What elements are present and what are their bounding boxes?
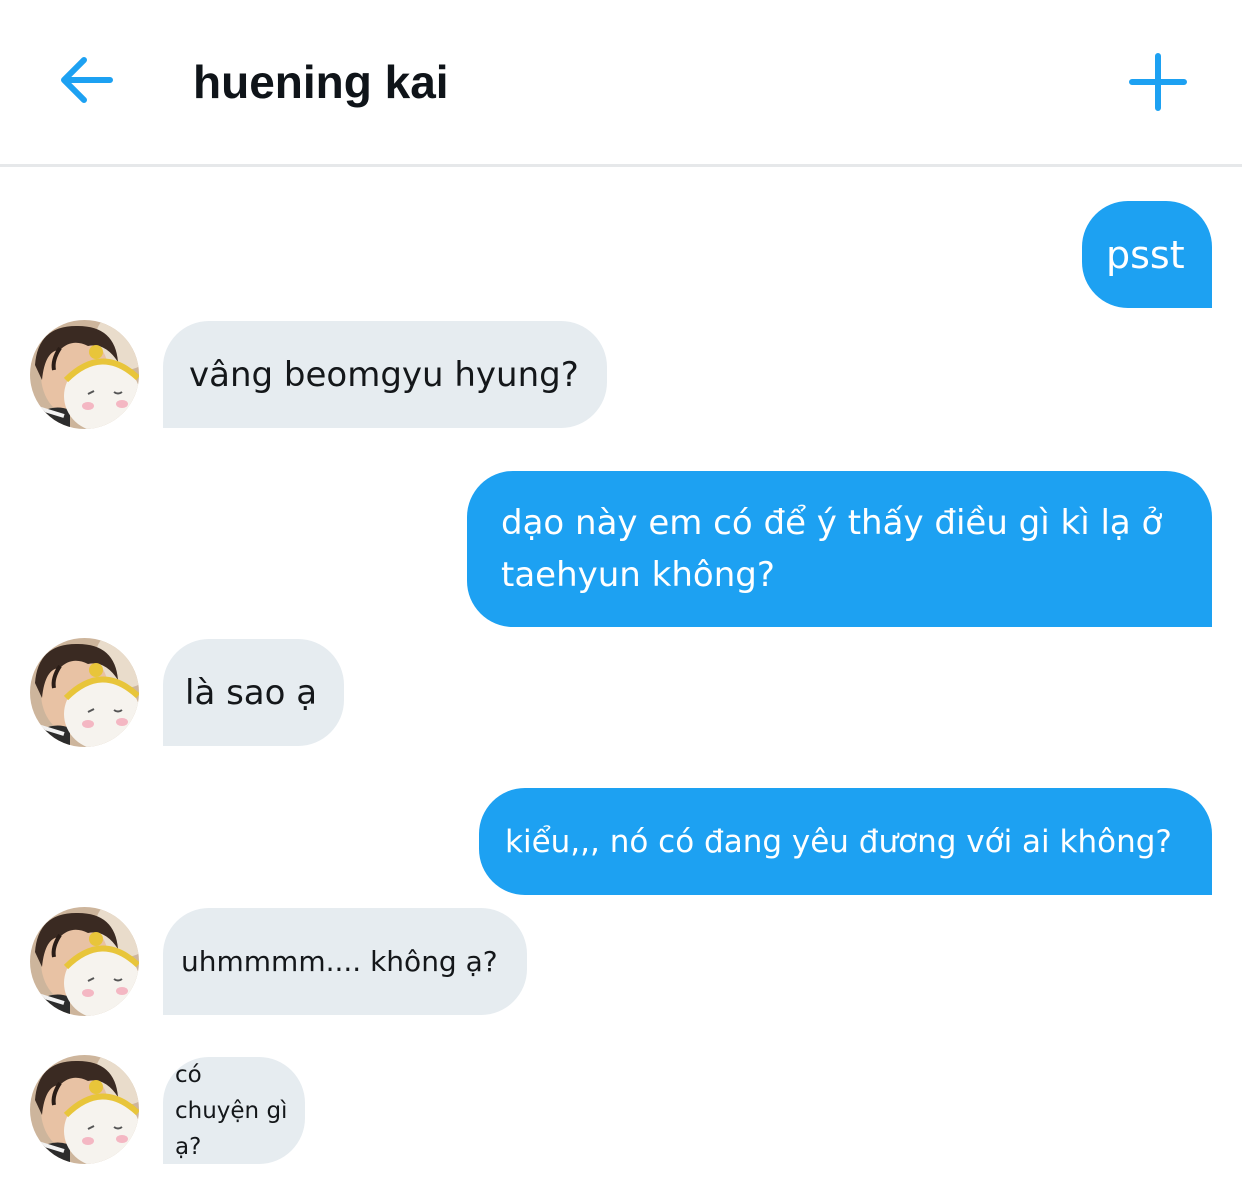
avatar-image [30, 320, 139, 429]
incoming-message: có chuyện gì ạ? [163, 1057, 305, 1164]
outgoing-message: dạo này em có để ý thấy điều gì kì lạ ở … [467, 471, 1212, 627]
avatar[interactable] [30, 320, 139, 429]
conversation-header: huening kai [0, 0, 1242, 167]
outgoing-message: psst [1082, 201, 1212, 308]
avatar[interactable] [30, 638, 139, 747]
message-text: kiểu,,, nó có đang yêu đương với ai khôn… [505, 823, 1172, 860]
incoming-message: uhmmmm.... không ạ? [163, 908, 527, 1015]
message-text: uhmmmm.... không ạ? [181, 945, 498, 978]
message-text: có chuyện gì ạ? [175, 1061, 288, 1160]
message-text: vâng beomgyu hyung? [189, 354, 579, 395]
message-text: psst [1106, 232, 1185, 277]
message-text: dạo này em có để ý thấy điều gì kì lạ ở … [501, 503, 1163, 595]
outgoing-message: kiểu,,, nó có đang yêu đương với ai khôn… [479, 788, 1212, 895]
incoming-message: là sao ạ [163, 639, 344, 746]
conversation-title: huening kai [193, 56, 449, 108]
avatar-image [30, 1055, 139, 1164]
avatar-image [30, 907, 139, 1016]
incoming-message: vâng beomgyu hyung? [163, 321, 607, 428]
plus-icon [1124, 53, 1192, 120]
message-text: là sao ạ [185, 672, 318, 713]
avatar[interactable] [30, 1055, 139, 1164]
back-button[interactable] [52, 48, 120, 112]
arrow-left-icon [52, 57, 120, 116]
new-message-button[interactable] [1124, 48, 1192, 116]
avatar[interactable] [30, 907, 139, 1016]
avatar-image [30, 638, 139, 747]
